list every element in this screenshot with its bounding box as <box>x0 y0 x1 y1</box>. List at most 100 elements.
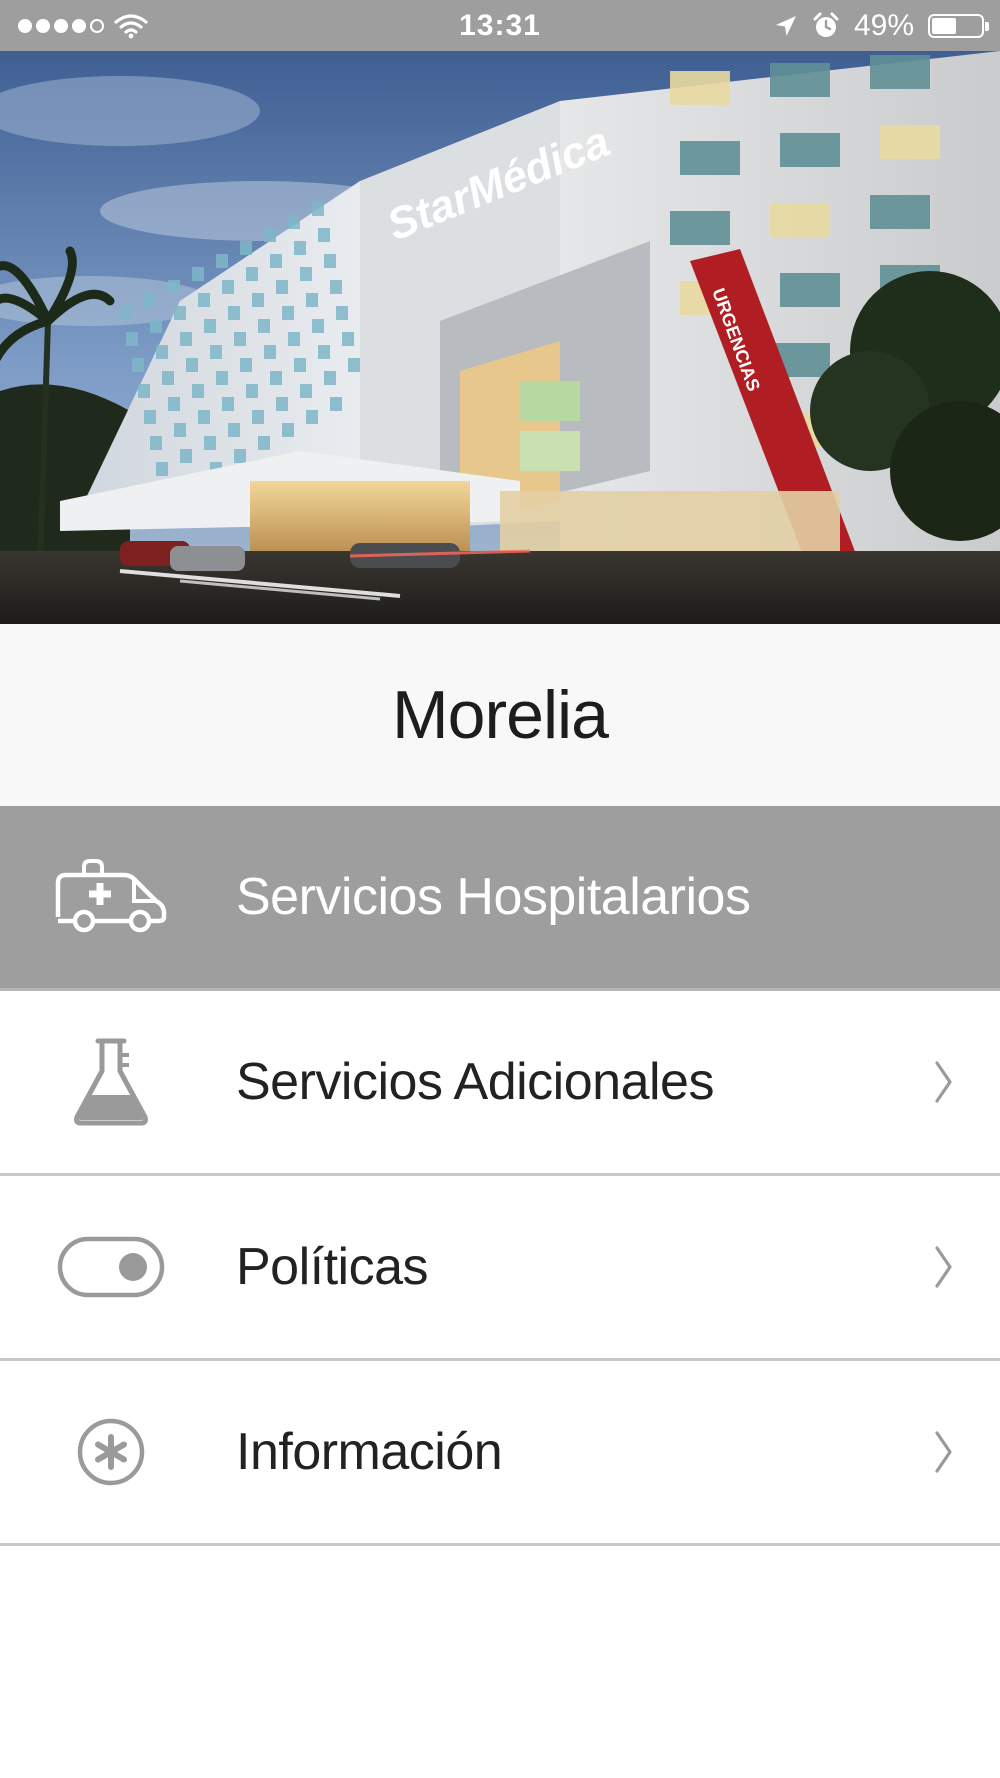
building-window <box>234 449 246 463</box>
menu-item-politicas[interactable]: Políticas <box>0 1176 1000 1361</box>
location-arrow-icon <box>775 15 796 36</box>
building-window <box>276 280 288 294</box>
building-window <box>324 254 336 268</box>
menu-item-label: Políticas <box>236 1238 429 1296</box>
hospital-building-illustration: StarMédica URGENCIAS <box>0 51 1000 624</box>
building-window <box>192 384 204 398</box>
chevron-right-icon <box>935 1246 952 1288</box>
building-window <box>144 410 156 424</box>
menu-item-label: Servicios Hospitalarios <box>236 868 751 926</box>
hospital-hero-image: StarMédica URGENCIAS <box>0 51 1000 624</box>
location-header: Morelia <box>0 624 1000 806</box>
asterisk-circle-icon <box>52 1404 170 1500</box>
building-window <box>780 273 840 307</box>
building-window <box>156 462 168 476</box>
building-window <box>330 280 342 294</box>
building-window <box>120 306 132 320</box>
building-window <box>174 423 186 437</box>
battery-tip <box>985 21 989 31</box>
building-window <box>288 332 300 346</box>
building-window <box>264 228 276 242</box>
building-window <box>348 358 360 372</box>
building-window <box>294 358 306 372</box>
battery-icon <box>928 13 989 38</box>
building-window <box>204 436 216 450</box>
building-window <box>180 332 192 346</box>
building-window <box>144 293 156 307</box>
building-window <box>770 203 830 237</box>
ambulance-icon <box>52 849 170 945</box>
building-window <box>168 280 180 294</box>
building-window <box>300 384 312 398</box>
building-window <box>276 397 288 411</box>
building-window <box>228 423 240 437</box>
building-window <box>198 293 210 307</box>
building-window <box>330 397 342 411</box>
battery-level-fill <box>932 17 956 34</box>
building-window <box>222 397 234 411</box>
building-window <box>186 358 198 372</box>
building-window <box>670 211 730 245</box>
building-window <box>174 306 186 320</box>
building-window <box>270 254 282 268</box>
menu-item-informacion[interactable]: Información <box>0 1361 1000 1546</box>
menu-item-label: Información <box>236 1423 503 1481</box>
building-window <box>336 306 348 320</box>
chevron-right-icon <box>935 1061 952 1103</box>
building-window <box>670 71 730 105</box>
building-window <box>204 319 216 333</box>
building-window <box>870 55 930 89</box>
building-window <box>210 345 222 359</box>
chevron-right-icon <box>935 1431 952 1473</box>
building-window <box>168 397 180 411</box>
building-window <box>252 293 264 307</box>
building-window <box>258 319 270 333</box>
building-window <box>198 410 210 424</box>
building-window <box>150 436 162 450</box>
building-window <box>318 345 330 359</box>
app-screen: 13:31 49% StarMédica URGENCIAS Morelia S… <box>0 0 1000 1778</box>
building-window <box>222 280 234 294</box>
building-window <box>870 195 930 229</box>
building-window <box>306 410 318 424</box>
building-window <box>312 202 324 216</box>
building-window <box>264 345 276 359</box>
building-window <box>150 319 162 333</box>
building-window <box>780 133 840 167</box>
building-window <box>192 267 204 281</box>
building-window <box>138 384 150 398</box>
building-window <box>246 267 258 281</box>
building-window <box>240 241 252 255</box>
flask-icon <box>52 1034 170 1130</box>
status-bar: 13:31 49% <box>0 0 1000 51</box>
building-window <box>680 141 740 175</box>
building-window <box>270 371 282 385</box>
building-window <box>294 241 306 255</box>
menu-item-label: Servicios Adicionales <box>236 1053 714 1111</box>
building-window <box>132 358 144 372</box>
building-window <box>770 63 830 97</box>
building-window <box>234 332 246 346</box>
menu-item-servicios-hospitalarios[interactable]: Servicios Hospitalarios <box>0 806 1000 991</box>
building-window <box>282 306 294 320</box>
building-window <box>228 306 240 320</box>
building-window <box>318 228 330 242</box>
services-menu: Servicios Hospitalarios Servicios Adicio… <box>0 806 1000 1546</box>
building-window <box>156 345 168 359</box>
building-window <box>216 254 228 268</box>
building-window <box>282 423 294 437</box>
building-window <box>252 410 264 424</box>
building-window <box>258 436 270 450</box>
building-window <box>312 319 324 333</box>
battery-percentage: 49% <box>853 8 914 42</box>
building-window <box>246 384 258 398</box>
building-window <box>216 371 228 385</box>
menu-item-servicios-adicionales[interactable]: Servicios Adicionales <box>0 991 1000 1176</box>
building-window <box>306 293 318 307</box>
building-window <box>240 358 252 372</box>
building-window <box>324 371 336 385</box>
page-title: Morelia <box>392 677 609 753</box>
alarm-clock-icon <box>813 12 839 37</box>
building-window <box>180 449 192 463</box>
building-window <box>288 215 300 229</box>
